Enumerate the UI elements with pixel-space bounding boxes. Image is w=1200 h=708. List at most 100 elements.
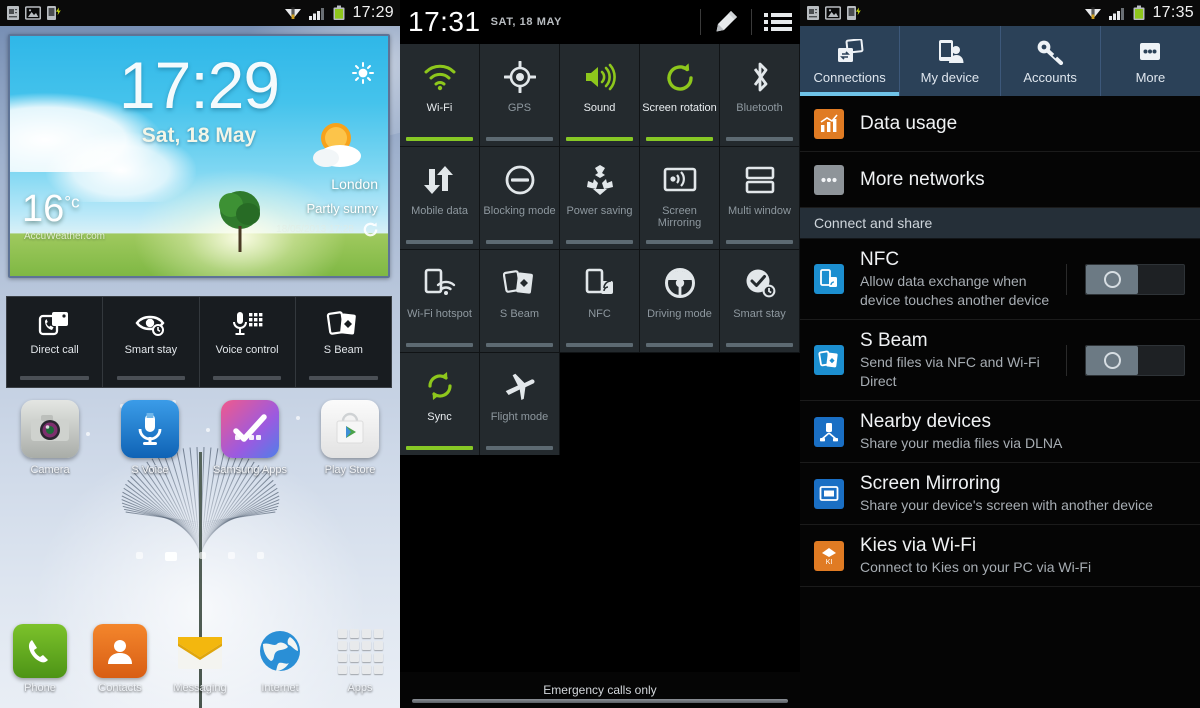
blocking-circle-icon [504, 155, 536, 205]
quick-toggle-nfc[interactable]: NFC [560, 250, 640, 353]
status-system-icons: 17:35 [1084, 4, 1194, 22]
dock-contacts[interactable]: Contacts [80, 624, 160, 694]
quick-toggle-screen-mirroring[interactable]: Screen Mirroring [640, 147, 720, 250]
page-dot[interactable] [199, 552, 206, 559]
home-dock: Phone Contacts Messaging Internet Apps [0, 624, 400, 694]
quick-toggle-label: Smart stay [733, 308, 786, 320]
quick-toggle-mobile-data[interactable]: Mobile data [400, 147, 480, 250]
mobile-data-icon [423, 155, 456, 205]
quick-toggle-s-beam[interactable]: S Beam [480, 250, 560, 353]
app-camera[interactable]: Camera [0, 400, 100, 476]
settings-row-data-usage[interactable]: Data usage [800, 96, 1200, 152]
status-bar-settings: 17:35 [800, 0, 1200, 26]
settings-list-icon[interactable] [764, 11, 792, 33]
quick-toggle-power-saving[interactable]: Power saving [560, 147, 640, 250]
dock-phone[interactable]: Phone [0, 624, 80, 694]
shortcut-smart-stay[interactable]: Smart stay [103, 297, 200, 387]
phone-handset-icon [13, 624, 67, 678]
tab-connections[interactable]: Connections [800, 26, 901, 96]
settings-row-text: Screen Mirroring Share your device's scre… [860, 463, 1186, 524]
app-samsung-apps[interactable]: Samsung Apps [200, 400, 300, 476]
quick-toggle-bluetooth[interactable]: Bluetooth [720, 44, 800, 147]
apps-grid-shape [337, 628, 383, 674]
shortcut-direct-call[interactable]: Direct call [7, 297, 104, 387]
settings-row-nfc[interactable]: NFC Allow data exchange when device touch… [800, 239, 1200, 320]
data-usage-icon [814, 108, 844, 139]
page-dot[interactable] [257, 552, 264, 559]
quick-toggle-gps[interactable]: GPS [480, 44, 560, 147]
page-dot-active[interactable] [165, 552, 177, 561]
app-play-store[interactable]: Play Store [300, 400, 400, 476]
battery-icon [1133, 5, 1145, 20]
weather-provider: AccuWeather.com [24, 231, 105, 242]
quick-toggle-blocking-mode[interactable]: Blocking mode [480, 147, 560, 250]
quick-toggle-state-bar [726, 137, 793, 141]
tab-my-device[interactable]: My device [900, 26, 1001, 96]
camera-icon [21, 400, 79, 458]
quick-toggle-label: Power saving [566, 205, 633, 217]
tab-accounts[interactable]: Accounts [1001, 26, 1101, 96]
settings-row-title: More networks [860, 169, 985, 190]
settings-row-subtitle: Connect to Kies on your PC via Wi-Fi [860, 559, 1092, 575]
quick-toggle-flight-mode[interactable]: Flight mode [480, 353, 560, 456]
notification-shade-header: 17:31 SAT, 18 MAY [400, 0, 800, 44]
image-icon [25, 6, 41, 20]
shortcut-voice-control[interactable]: Voice control [200, 297, 296, 387]
pencil-edit-icon[interactable] [713, 9, 739, 35]
settings-row-kies-via-wi-fi[interactable]: KI Kies via Wi-Fi Connect to Kies on your … [800, 525, 1200, 587]
quick-toggle-label: Wi-Fi [426, 102, 453, 114]
quick-toggle-sync[interactable]: Sync [400, 353, 480, 456]
bluetooth-icon [747, 52, 773, 102]
quick-toggle-state-bar [406, 137, 473, 141]
settings-row-subtitle: Send files via NFC and Wi-Fi Direct [860, 354, 1040, 389]
toggle-switch-off[interactable] [1085, 344, 1185, 376]
divider [751, 9, 752, 35]
page-dot[interactable] [228, 552, 235, 559]
dock-messaging[interactable]: Messaging [160, 624, 240, 694]
quick-toggle-state-bar [566, 137, 633, 141]
quick-toggle-label: Sound [583, 102, 616, 114]
quick-toggle-wi-fi[interactable]: Wi-Fi [400, 44, 480, 147]
quick-toggle-multi-window[interactable]: Multi window [720, 147, 800, 250]
settings-row-s-beam[interactable]: S Beam Send files via NFC and Wi-Fi Direc… [800, 320, 1200, 401]
screenshot-stage: 17:29 17:29 Sat, 18 May 16°c AccuWeather… [0, 0, 1200, 708]
usb-device-icon [847, 6, 861, 20]
tab-more[interactable]: More [1101, 26, 1200, 96]
quick-toggle-smart-stay[interactable]: Smart stay [720, 250, 800, 353]
steering-wheel-icon [664, 258, 696, 308]
settings-row-subtitle: Allow data exchange when device touches … [860, 273, 1050, 308]
sun-behind-cloud-icon [313, 123, 361, 167]
widget-updated-time: 18/05/2013 17:28 [276, 224, 354, 235]
quick-toggle-state-bar [486, 343, 553, 347]
quick-toggle-label: Multi window [728, 205, 791, 217]
settings-row-screen-mirroring[interactable]: Screen Mirroring Share your device's scre… [800, 463, 1200, 525]
settings-row-title: NFC [860, 249, 900, 270]
settings-row-nearby-devices[interactable]: Nearby devices Share your media files via… [800, 401, 1200, 463]
refresh-icon[interactable] [361, 220, 380, 239]
shade-drag-handle[interactable] [412, 699, 788, 703]
quick-toggle-screen-rotation[interactable]: Screen rotation [640, 44, 720, 147]
status-clock: 17:35 [1152, 4, 1194, 21]
panel-home-screen: 17:29 17:29 Sat, 18 May 16°c AccuWeather… [0, 0, 400, 708]
dock-label: Contacts [98, 682, 142, 694]
notification-list-area [400, 455, 800, 672]
page-dot[interactable] [136, 552, 143, 559]
quick-toggle-label: Mobile data [411, 205, 468, 217]
settings-row-more-networks[interactable]: More networks [800, 152, 1200, 208]
screen-mirroring-icon [814, 478, 844, 509]
settings-row-title: S Beam [860, 330, 928, 351]
shortcut-s-beam[interactable]: S Beam [296, 297, 391, 387]
dock-apps[interactable]: Apps [320, 624, 400, 694]
quick-toggle-sound[interactable]: Sound [560, 44, 640, 147]
signal-icon [1109, 8, 1125, 20]
weather-clock-widget[interactable]: 17:29 Sat, 18 May 16°c AccuWeather.com L… [8, 34, 390, 278]
nfc-icon [814, 264, 844, 294]
app-label: Samsung Apps [213, 464, 287, 476]
quick-toggle-wi-fi-hotspot[interactable]: Wi-Fi hotspot [400, 250, 480, 353]
quick-toggle-driving-mode[interactable]: Driving mode [640, 250, 720, 353]
app-s-voice[interactable]: S Voice [100, 400, 200, 476]
tab-label: Connections [813, 69, 886, 85]
image-icon [825, 6, 841, 20]
toggle-switch-off[interactable] [1085, 263, 1185, 295]
dock-internet[interactable]: Internet [240, 624, 320, 694]
